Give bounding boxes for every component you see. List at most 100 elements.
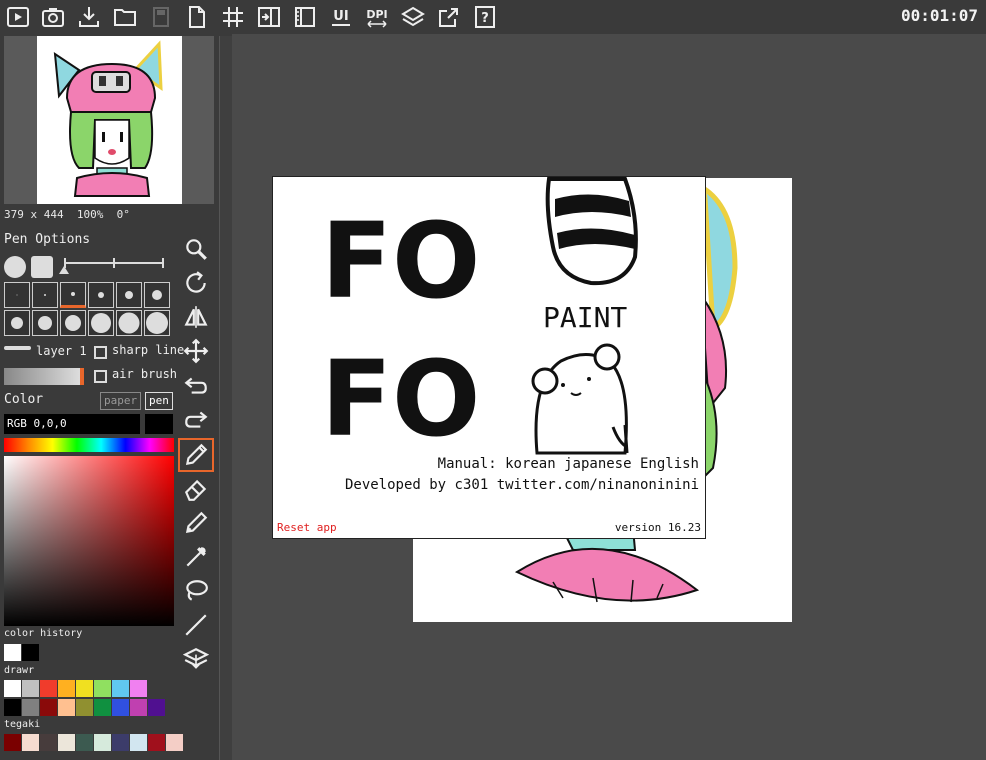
help-icon[interactable]: ? — [473, 5, 497, 29]
undo-icon[interactable] — [178, 370, 214, 400]
lasso-icon[interactable] — [178, 576, 214, 606]
round-brush-shape[interactable] — [4, 256, 26, 278]
palette-swatch[interactable] — [130, 734, 147, 751]
brush-size-cell[interactable] — [144, 310, 170, 336]
palette-swatch[interactable] — [166, 734, 183, 751]
about-dialog[interactable]: FO FO PAINT Manual: korean japanese Engl… — [272, 176, 706, 539]
panel-divider[interactable] — [219, 36, 232, 760]
palette-swatch[interactable] — [4, 734, 21, 751]
share-icon[interactable] — [437, 5, 461, 29]
redo-icon[interactable] — [178, 404, 214, 434]
palette-swatch[interactable] — [130, 699, 147, 716]
manual-label: Manual: — [437, 456, 497, 472]
layer-stroke-preview — [4, 346, 31, 350]
pen-button[interactable]: pen — [145, 392, 173, 410]
brush-size-cell[interactable] — [32, 282, 58, 308]
palette-swatch[interactable] — [4, 680, 21, 697]
eyedropper-icon[interactable] — [178, 542, 214, 572]
color-history-swatch[interactable] — [4, 644, 21, 661]
color-history-swatch[interactable] — [22, 644, 39, 661]
palette-swatch[interactable] — [40, 680, 57, 697]
air-brush-checkbox[interactable] — [94, 370, 107, 383]
palette-swatch[interactable] — [40, 734, 57, 751]
palette-swatch[interactable] — [94, 680, 111, 697]
folder-icon[interactable] — [113, 5, 137, 29]
logo-fo-bottom: FO — [321, 338, 480, 457]
palette-swatch[interactable] — [148, 699, 165, 716]
magnifier-icon[interactable] — [178, 234, 214, 264]
palette-swatch[interactable] — [76, 734, 93, 751]
palette-swatch[interactable] — [94, 699, 111, 716]
rgb-value[interactable]: RGB 0,0,0 — [4, 414, 140, 434]
manual-japanese-link[interactable]: japanese — [564, 456, 631, 472]
palette-swatch[interactable] — [40, 699, 57, 716]
layer-merge-icon[interactable] — [178, 644, 214, 674]
air-brush-label: air brush — [112, 367, 178, 381]
rotate-icon[interactable] — [178, 268, 214, 298]
navigator[interactable] — [4, 36, 214, 204]
palette-swatch[interactable] — [22, 680, 39, 697]
twitter-link[interactable]: twitter.com/ninanoninini — [497, 477, 699, 493]
rotation-angle: 0° — [116, 208, 130, 221]
palette-swatch[interactable] — [22, 734, 39, 751]
palette-swatch[interactable] — [148, 734, 165, 751]
dpi-label: DPI — [366, 8, 387, 21]
flip-icon[interactable] — [178, 302, 214, 332]
brush-size-cell-selected[interactable] — [60, 282, 86, 308]
line-icon[interactable] — [178, 610, 214, 640]
brush-size-cell[interactable] — [4, 310, 30, 336]
save-disabled-icon — [149, 5, 173, 29]
palette-swatch[interactable] — [94, 734, 111, 751]
brush-size-cell[interactable] — [60, 310, 86, 336]
square-brush-shape[interactable] — [31, 256, 53, 278]
manual-english-link[interactable]: English — [640, 456, 699, 472]
dpi-icon[interactable]: DPI — [365, 5, 389, 29]
palette-swatch[interactable] — [112, 734, 129, 751]
brush-size-cell[interactable] — [144, 282, 170, 308]
canvas-preview[interactable] — [37, 36, 182, 204]
brush-size-cell[interactable] — [88, 282, 114, 308]
brush-size-cell[interactable] — [116, 310, 142, 336]
layers-icon[interactable] — [401, 5, 425, 29]
reset-app-link[interactable]: Reset app — [277, 521, 337, 534]
split-panel-icon[interactable] — [257, 5, 281, 29]
manual-links: Manual: korean japanese English — [438, 456, 699, 472]
brush-size-cell[interactable] — [116, 282, 142, 308]
palette-swatch[interactable] — [76, 699, 93, 716]
palette-swatch[interactable] — [58, 699, 75, 716]
camera-icon[interactable] — [41, 5, 65, 29]
slider-handle[interactable] — [59, 266, 69, 274]
brush-size-cell[interactable] — [4, 282, 30, 308]
manual-korean-link[interactable]: korean — [505, 456, 556, 472]
play-icon[interactable] — [6, 5, 30, 29]
palette-swatch[interactable] — [58, 734, 75, 751]
move-icon[interactable] — [178, 336, 214, 366]
brush-size-cell[interactable] — [32, 310, 58, 336]
palette-swatch[interactable] — [76, 680, 93, 697]
grid-icon[interactable] — [221, 5, 245, 29]
palette-swatch[interactable] — [58, 680, 75, 697]
palette-swatch[interactable] — [22, 699, 39, 716]
new-file-icon[interactable] — [185, 5, 209, 29]
developer-credit: Developed by c301 — [344, 477, 489, 493]
color-title: Color — [4, 392, 44, 407]
eraser-icon[interactable] — [178, 474, 214, 504]
ui-icon[interactable]: UI — [329, 5, 353, 29]
pen-options-title: Pen Options — [4, 232, 91, 247]
pen-icon[interactable] — [178, 438, 214, 472]
palette-swatch[interactable] — [112, 699, 129, 716]
tegaki-palette-title: tegaki — [4, 719, 41, 730]
palette-swatch[interactable] — [112, 680, 129, 697]
saturation-value-picker[interactable] — [4, 456, 174, 626]
paper-button[interactable]: paper — [100, 392, 142, 410]
palette-swatch[interactable] — [4, 699, 21, 716]
palette-swatch[interactable] — [130, 680, 147, 697]
ruler-icon[interactable] — [293, 5, 317, 29]
sharp-line-checkbox[interactable] — [94, 346, 107, 359]
preview-info: 379 x 444 100% 0° — [4, 208, 130, 221]
pencil-icon[interactable] — [178, 508, 214, 538]
download-icon[interactable] — [77, 5, 101, 29]
brush-size-slider[interactable] — [59, 258, 166, 276]
hue-slider[interactable] — [4, 438, 174, 452]
brush-size-cell[interactable] — [88, 310, 114, 336]
